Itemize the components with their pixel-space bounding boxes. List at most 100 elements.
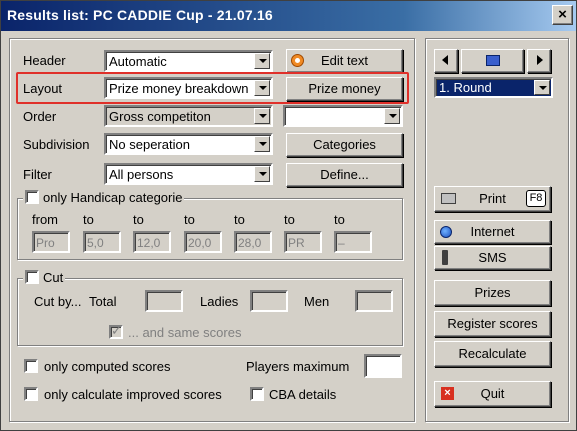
chevron-down-icon <box>254 80 270 96</box>
categories-label: Categories <box>313 137 376 152</box>
arrow-left-icon <box>442 55 448 65</box>
prizes-label: Prizes <box>474 285 511 300</box>
print-button[interactable]: Print F8 <box>434 186 551 212</box>
edit-text-label: Edit text <box>321 53 368 68</box>
cba-details-checkbox[interactable] <box>250 387 264 401</box>
hcp-value-field[interactable]: 5,0 <box>83 231 121 253</box>
prize-money-label: Prize money <box>308 81 381 96</box>
cut-men-label: Men <box>304 294 330 309</box>
cut-total-field[interactable] <box>145 290 183 312</box>
cut-title: Cut <box>43 270 64 285</box>
chevron-down-icon <box>254 108 270 124</box>
same-scores-checkbox[interactable] <box>109 323 123 339</box>
register-scores-label: Register scores <box>447 316 538 331</box>
cut-group-caption: Cut <box>23 270 66 285</box>
printer-icon <box>486 55 500 66</box>
prizes-button[interactable]: Prizes <box>434 280 551 306</box>
chevron-down-icon <box>254 53 270 69</box>
hcp-value-field[interactable]: – <box>334 231 372 253</box>
header-select-value: Automatic <box>109 54 167 69</box>
subdivision-label: Subdivision <box>23 137 90 152</box>
order-label: Order <box>23 109 57 124</box>
handicap-group-caption: only Handicap categorie <box>23 190 185 205</box>
chevron-down-icon <box>384 108 400 124</box>
title-bar: Results list: PC CADDIE Cup - 21.07.16 × <box>1 1 576 31</box>
subdivision-select[interactable]: No seperation <box>104 133 273 155</box>
cut-total-label: Total <box>89 294 117 309</box>
chevron-down-icon <box>254 166 270 182</box>
results-list-dialog: Results list: PC CADDIE Cup - 21.07.16 ×… <box>0 0 577 431</box>
players-maximum-field[interactable] <box>364 354 402 378</box>
subdivision-select-value: No seperation <box>109 137 190 152</box>
hcp-value-field[interactable]: Pro <box>32 231 70 253</box>
computed-scores-checkbox[interactable] <box>24 359 38 373</box>
cut-ladies-label: Ladies <box>200 294 239 309</box>
sms-label: SMS <box>478 250 507 265</box>
quit-label: Quit <box>480 386 505 401</box>
next-round-button[interactable] <box>527 49 551 73</box>
hcp-to-label-6: to <box>334 212 345 227</box>
edit-text-button[interactable]: Edit text <box>286 49 403 73</box>
internet-label: Internet <box>470 224 515 239</box>
previous-round-button[interactable] <box>434 49 458 73</box>
cut-ladies-field[interactable] <box>250 290 288 312</box>
chevron-down-icon <box>254 136 270 152</box>
categories-button[interactable]: Categories <box>286 133 403 157</box>
layout-select[interactable]: Prize money breakdown <box>104 77 273 99</box>
sms-button[interactable]: SMS <box>434 246 551 270</box>
header-label: Header <box>23 53 66 68</box>
hcp-from-label: from <box>32 212 58 227</box>
recalculate-button[interactable]: Recalculate <box>434 341 551 367</box>
internet-button[interactable]: Internet <box>434 220 551 244</box>
close-x-icon: × <box>441 387 454 400</box>
improved-scores-checkbox[interactable] <box>24 387 38 401</box>
hcp-to-label-5: to <box>284 212 295 227</box>
computed-scores-label: only computed scores <box>44 359 171 374</box>
hcp-to-label-1: to <box>83 212 94 227</box>
hcp-value-field[interactable]: 20,0 <box>184 231 222 253</box>
players-maximum-label: Players maximum <box>246 359 350 374</box>
improved-scores-label: only calculate improved scores <box>44 387 222 402</box>
close-button[interactable]: × <box>552 5 573 25</box>
hcp-value-field[interactable]: 12,0 <box>133 231 171 253</box>
round-select[interactable]: 1. Round <box>434 77 553 98</box>
order-select[interactable]: Gross competiton <box>104 105 273 127</box>
cut-men-field[interactable] <box>355 290 393 312</box>
globe-icon <box>440 226 452 238</box>
arrow-right-icon <box>537 55 543 65</box>
hcp-value-field[interactable]: PR <box>284 231 322 253</box>
order-secondary-select[interactable] <box>283 105 403 127</box>
cba-details-label: CBA details <box>269 387 337 402</box>
hcp-value-field[interactable]: 28,0 <box>234 231 272 253</box>
quit-button[interactable]: × Quit <box>434 381 551 407</box>
define-label: Define... <box>320 167 369 182</box>
same-scores-label: ... and same scores <box>128 325 242 340</box>
layout-select-value: Prize money breakdown <box>109 81 249 96</box>
round-select-value: 1. Round <box>439 80 492 95</box>
cut-checkbox[interactable] <box>25 270 39 284</box>
print-shortcut-key: F8 <box>526 190 546 207</box>
print-preview-button[interactable] <box>461 49 524 73</box>
print-label: Print <box>479 191 506 206</box>
handicap-title: only Handicap categorie <box>43 190 183 205</box>
cut-by-label: Cut by... <box>34 294 82 309</box>
prize-money-button[interactable]: Prize money <box>286 77 403 101</box>
hcp-to-label-2: to <box>133 212 144 227</box>
printer-icon <box>441 193 456 204</box>
filter-select[interactable]: All persons <box>104 163 273 185</box>
edit-circle-icon <box>291 54 304 67</box>
mobile-phone-icon <box>442 250 448 265</box>
filter-label: Filter <box>23 167 52 182</box>
define-button[interactable]: Define... <box>286 163 403 187</box>
filter-select-value: All persons <box>109 167 174 182</box>
header-select[interactable]: Automatic <box>104 50 273 72</box>
register-scores-button[interactable]: Register scores <box>434 311 551 337</box>
recalculate-label: Recalculate <box>458 346 527 361</box>
hcp-to-label-4: to <box>234 212 245 227</box>
order-select-value: Gross competiton <box>109 109 211 124</box>
layout-label: Layout <box>23 81 63 96</box>
chevron-down-icon <box>534 80 550 95</box>
handicap-checkbox[interactable] <box>25 190 39 204</box>
window-title: Results list: PC CADDIE Cup - 21.07.16 <box>7 7 273 23</box>
hcp-to-label-3: to <box>184 212 195 227</box>
